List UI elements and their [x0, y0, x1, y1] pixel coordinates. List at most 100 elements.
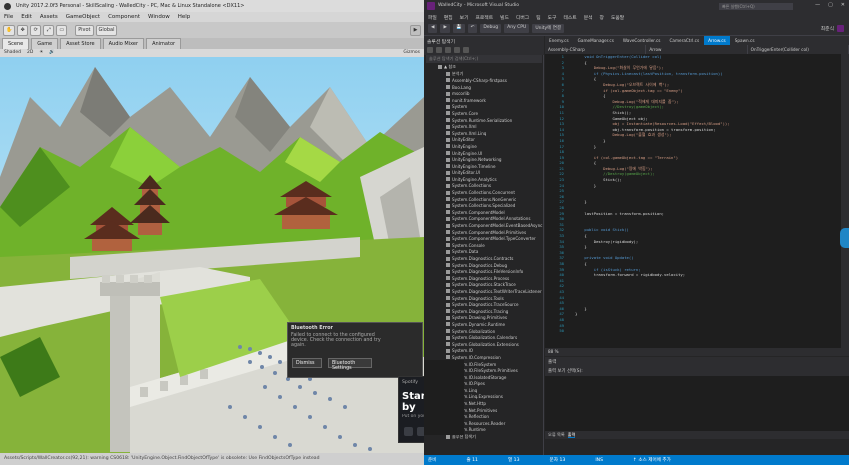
solution-tree-item[interactable]: System.Collections.Concurrent: [424, 189, 544, 196]
source-control-button[interactable]: ↑ 소스 제어에 추가: [633, 457, 671, 463]
tab-audio-mixer[interactable]: Audio Mixer: [102, 38, 145, 49]
platform-dropdown[interactable]: Any CPU: [504, 24, 530, 33]
solution-tree-item[interactable]: System.Diagnostics.Tracing: [424, 308, 544, 315]
move-tool-icon[interactable]: ✥: [17, 24, 29, 36]
unity-status-bar[interactable]: Assets/Scripts/WallCreator.cs(92,21): wa…: [0, 453, 424, 465]
solution-tree-item[interactable]: UnityEditor: [424, 137, 544, 144]
solution-tree-item[interactable]: System.Data: [424, 249, 544, 256]
solution-tree-item[interactable]: System.ComponentModel: [424, 209, 544, 216]
solution-tree-item[interactable]: System.Dynamic.Runtime: [424, 321, 544, 328]
solution-search-input[interactable]: 솔루션 탐색기 검색(Ctrl+;): [426, 55, 542, 63]
tab-enemy[interactable]: Enemy.cs: [545, 36, 573, 45]
solution-tree-item[interactable]: UnityEditor.UI: [424, 170, 544, 177]
solution-tree-item[interactable]: System.Globalization.Extensions: [424, 341, 544, 348]
toast-dismiss-button[interactable]: Dismiss: [292, 358, 322, 368]
vs-menu-project[interactable]: 프로젝트: [475, 14, 493, 22]
unity-menu-gameobject[interactable]: GameObject: [66, 14, 100, 22]
vs-menu-analyze[interactable]: 분석: [584, 14, 593, 22]
hand-tool-icon[interactable]: ✋: [3, 24, 16, 36]
tab-error-list[interactable]: 오류 목록: [548, 432, 565, 438]
scale-tool-icon[interactable]: ⤢: [43, 24, 55, 36]
tab-game[interactable]: Game: [31, 38, 59, 49]
minimize-icon[interactable]: —: [815, 2, 820, 10]
collapse-icon[interactable]: [454, 47, 460, 53]
vs-menu-help[interactable]: 도움말: [611, 14, 624, 22]
previous-icon[interactable]: [404, 427, 413, 436]
forward-icon[interactable]: ▶: [440, 24, 450, 33]
solution-tree-item[interactable]: System.ComponentModel.Primitives: [424, 229, 544, 236]
account-area[interactable]: 최준식: [784, 22, 844, 35]
shading-mode-dropdown[interactable]: Shaded: [4, 50, 21, 56]
member-dropdown[interactable]: OnTriggerEnter(Collider col): [748, 45, 849, 54]
tab-asset-store[interactable]: Asset Store: [60, 38, 101, 49]
toast-settings-button[interactable]: Bluetooth Settings: [328, 358, 372, 371]
tab-gamemanager[interactable]: GameManager.cs: [573, 36, 618, 45]
solution-tree-item[interactable]: System.Diagnostics.TextWriterTraceListen…: [424, 288, 544, 295]
solution-tree-item[interactable]: System.Diagnostics.StackTrace: [424, 282, 544, 289]
unity-menu-help[interactable]: Help: [178, 14, 191, 22]
solution-tree-item[interactable]: System.Globalization: [424, 328, 544, 335]
solution-tree-item[interactable]: System.ComponentModel.EventBasedAsync: [424, 222, 544, 229]
vs-menu-team[interactable]: 팀: [536, 14, 540, 22]
tab-animator[interactable]: Animator: [146, 38, 182, 49]
home-icon[interactable]: [427, 47, 433, 53]
rotate-tool-icon[interactable]: ⟳: [30, 24, 42, 36]
back-icon[interactable]: ◀: [428, 24, 438, 33]
solution-tree-item[interactable]: nunit.framework: [424, 97, 544, 104]
solution-tree-item[interactable]: System.Xml: [424, 123, 544, 130]
editor-scrollbar[interactable]: [841, 54, 849, 348]
vs-menu-build[interactable]: 빌드: [500, 14, 509, 22]
project-dropdown[interactable]: Assembly-CSharp: [545, 45, 647, 54]
solution-tree-item[interactable]: System.Collections: [424, 183, 544, 190]
quick-launch-input[interactable]: 빠른 실행(Ctrl+Q): [719, 3, 793, 10]
vs-menu-tools[interactable]: 도구: [548, 14, 557, 22]
vs-menu-file[interactable]: 파일: [428, 14, 437, 22]
solution-tree-item[interactable]: System.Diagnostics.Tools: [424, 295, 544, 302]
solution-tree-item[interactable]: System.Diagnostics.Process: [424, 275, 544, 282]
solution-tree-item[interactable]: System.Xml.Linq: [424, 130, 544, 137]
solution-tree-item[interactable]: System.Console: [424, 242, 544, 249]
solution-tree-item[interactable]: System.IO: [424, 348, 544, 355]
solution-tree-item[interactable]: UnityEngine.Networking: [424, 156, 544, 163]
vs-menu-edit[interactable]: 편집: [444, 14, 453, 22]
solution-tree-item[interactable]: System.Diagnostics.Contracts: [424, 255, 544, 262]
pivot-toggle[interactable]: Pivot: [75, 24, 94, 36]
solution-tree-item[interactable]: System.Collections.Specialized: [424, 202, 544, 209]
global-toggle[interactable]: Global: [95, 24, 118, 36]
play-icon[interactable]: ▶: [410, 24, 421, 36]
maximize-icon[interactable]: ▢: [828, 2, 833, 10]
solution-tree-item[interactable]: UnityEngine: [424, 143, 544, 150]
vs-menu-window[interactable]: 창: [600, 14, 604, 22]
solution-tree-item[interactable]: UnityEngine.Analytics: [424, 176, 544, 183]
solution-tree-item[interactable]: System.ComponentModel.TypeConverter: [424, 235, 544, 242]
lighting-toggle[interactable]: ☀: [39, 50, 43, 56]
unity-menu-component[interactable]: Component: [108, 14, 140, 22]
scene-view[interactable]: [0, 57, 424, 453]
config-dropdown[interactable]: Debug: [480, 24, 502, 33]
undo-icon[interactable]: ↶: [467, 24, 478, 33]
vs-menu-test[interactable]: 테스트: [563, 14, 576, 22]
2d-toggle[interactable]: 2D: [27, 50, 33, 56]
solution-tree-item[interactable]: System.Diagnostics.TraceSource: [424, 301, 544, 308]
save-icon[interactable]: 💾: [452, 24, 465, 33]
unity-menu-assets[interactable]: Assets: [40, 14, 58, 22]
unity-menu-file[interactable]: File: [4, 14, 13, 22]
properties-icon[interactable]: [463, 47, 469, 53]
class-dropdown[interactable]: Arrow: [646, 45, 748, 54]
unity-menu-edit[interactable]: Edit: [21, 14, 32, 22]
close-icon[interactable]: ✕: [841, 2, 845, 10]
solution-tree-item[interactable]: UnityEngine.UI: [424, 150, 544, 157]
tab-spawn[interactable]: Spawn.cs: [730, 36, 759, 45]
zoom-level[interactable]: 88 %: [545, 348, 849, 356]
solution-tree-item[interactable]: System.ComponentModel.Annotations: [424, 216, 544, 223]
side-panel-tab[interactable]: [840, 228, 849, 248]
vs-menu-view[interactable]: 보기: [460, 14, 469, 22]
gizmos-dropdown[interactable]: Gizmos: [403, 50, 420, 56]
solution-tree-item[interactable]: Assembly-CSharp-firstpass: [424, 77, 544, 84]
attach-unity-button[interactable]: Unity에 연결: [532, 24, 565, 33]
audio-toggle[interactable]: 🔊: [49, 50, 55, 56]
solution-tree-item[interactable]: System.Globalization.Calendars: [424, 334, 544, 341]
tab-output[interactable]: 출력: [567, 432, 576, 438]
sync-icon[interactable]: [436, 47, 442, 53]
solution-tree-item[interactable]: ▲ 참조: [424, 64, 544, 71]
